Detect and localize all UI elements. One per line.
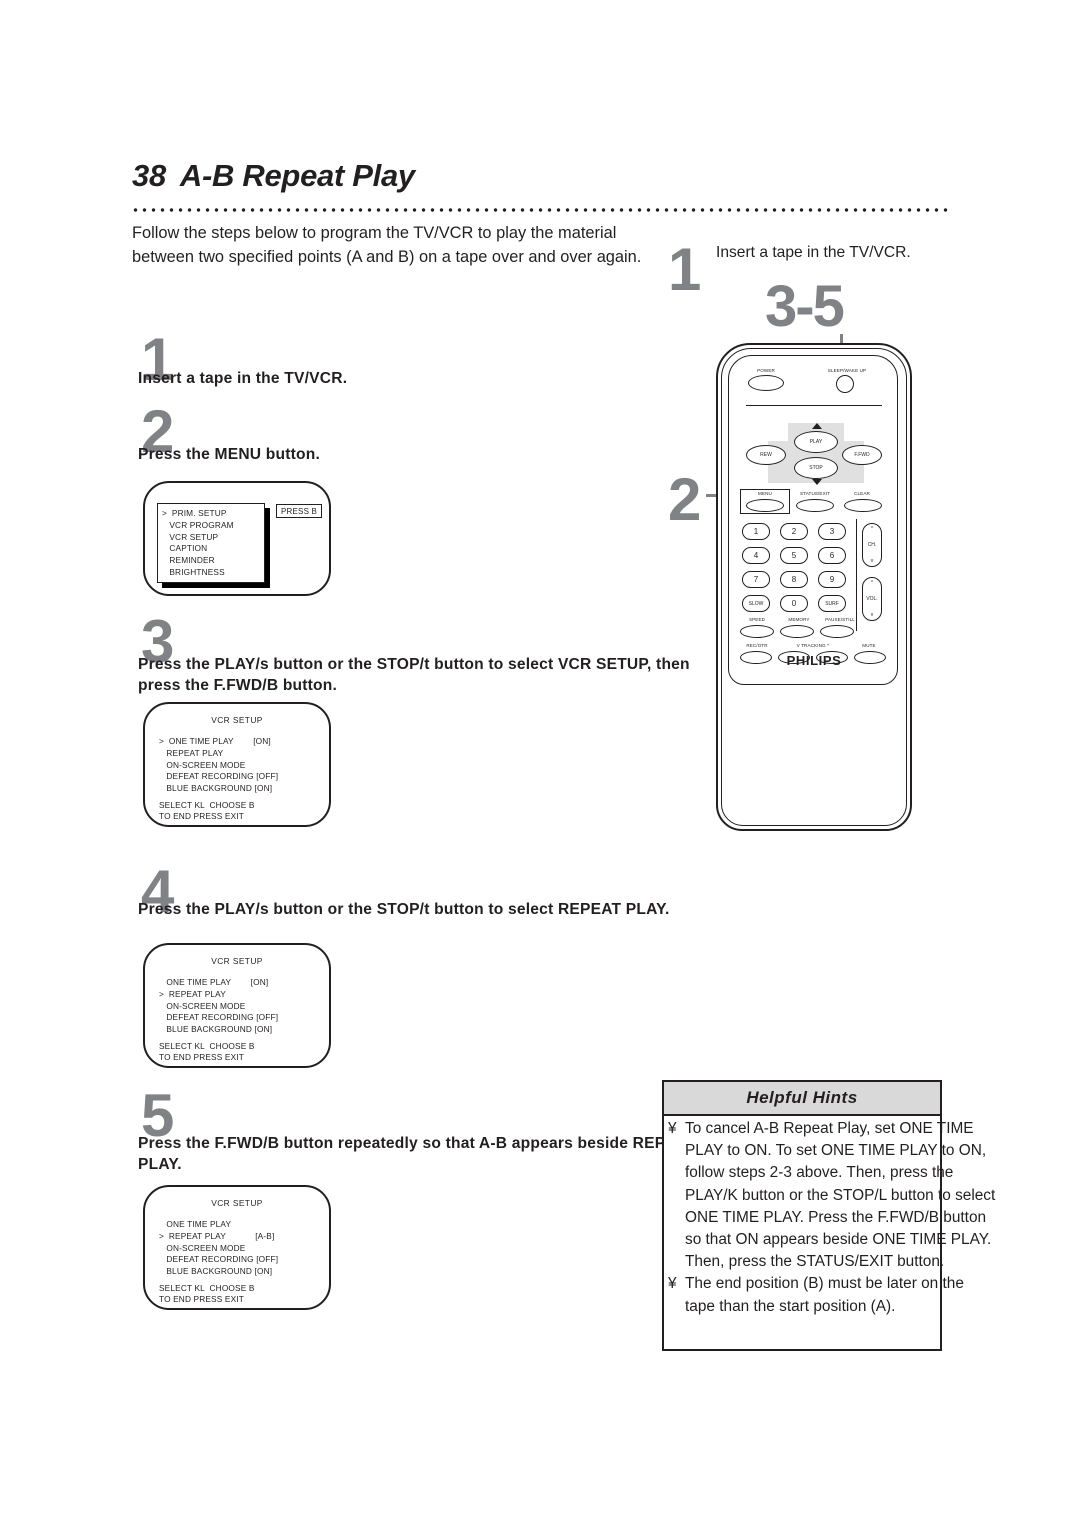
page-title: 38 A-B Repeat Play: [132, 158, 415, 194]
step-3-text: Press the PLAY/s button or the STOP/t bu…: [138, 656, 690, 694]
hint-item: ¥ To cancel A-B Repeat Play, set ONE TIM…: [668, 1118, 998, 1273]
volume-down-icon: v: [870, 612, 874, 618]
memory-label: MEMORY: [788, 617, 810, 622]
dotted-divider: [131, 207, 951, 213]
speed-label: SPEED: [748, 617, 766, 622]
key-6[interactable]: 6: [818, 547, 846, 564]
channel-rocker[interactable]: ^ CH. v: [862, 523, 882, 567]
key-8[interactable]: 8: [780, 571, 808, 588]
down-triangle-icon: [812, 479, 822, 485]
osd-vcr-setup-screen-3: VCR SETUP ONE TIME PLAY > REPEAT PLAY [A…: [143, 1185, 331, 1310]
page-title-text: A-B Repeat Play: [179, 158, 415, 193]
callout-step-1-number: 1: [668, 236, 702, 303]
rocker-divider: [856, 519, 858, 631]
channel-down-icon: v: [870, 558, 874, 564]
tracking-label: V TRACKING ^: [796, 643, 830, 648]
channel-up-icon: ^: [870, 526, 874, 532]
tracking-down-icon: V: [796, 643, 800, 648]
ffwd-label: F.FWD: [854, 452, 870, 458]
menu-button[interactable]: [746, 499, 784, 512]
rec-otr-label: REC/OTR: [746, 643, 768, 648]
key-9[interactable]: 9: [818, 571, 846, 588]
callout-step-2-number: 2: [668, 466, 702, 533]
rew-label: REW: [760, 452, 772, 458]
hint-bullet-icon: ¥: [668, 1120, 677, 1137]
ffwd-button[interactable]: F.FWD: [842, 445, 882, 465]
hint-item: ¥ The end position (B) must be later on …: [668, 1273, 998, 1317]
menu-label: MENU: [758, 491, 772, 496]
osd-list: ONE TIME PLAY > REPEAT PLAY [A-B] ON-SCR…: [159, 1219, 279, 1277]
manual-page: 38 A-B Repeat Play Follow the steps below…: [0, 0, 1080, 1528]
remote-control-illustration: POWER SLEEP/WAKE UP PLAY STOP REW F.FWD …: [716, 343, 912, 831]
intro-paragraph: Follow the steps below to program the TV…: [132, 224, 642, 266]
callout-step-1-text: Insert a tape in the TV/VCR.: [716, 244, 911, 261]
hint-text: To cancel A-B Repeat Play, set ONE TIME …: [685, 1120, 996, 1271]
volume-up-icon: ^: [870, 580, 874, 586]
key-4[interactable]: 4: [742, 547, 770, 564]
power-label: POWER: [757, 368, 775, 373]
step-4-text: Press the PLAY/s button or the STOP/t bu…: [138, 901, 670, 918]
power-button[interactable]: [748, 375, 784, 391]
channel-label: CH.: [867, 542, 877, 548]
osd-heading: VCR SETUP: [211, 715, 263, 725]
key-3[interactable]: 3: [818, 523, 846, 540]
clear-button[interactable]: [844, 499, 882, 512]
pause-still-button[interactable]: [820, 625, 854, 638]
osd-vcr-setup-screen-1: VCR SETUP > ONE TIME PLAY [ON] REPEAT PL…: [143, 702, 331, 827]
remote-divider: [746, 405, 882, 407]
rew-button[interactable]: REW: [746, 445, 786, 465]
key-5[interactable]: 5: [780, 547, 808, 564]
play-button[interactable]: PLAY: [794, 431, 838, 453]
osd-heading: VCR SETUP: [211, 1198, 263, 1208]
osd-list: ONE TIME PLAY [ON] > REPEAT PLAY ON-SCRE…: [159, 977, 279, 1035]
step-1-text: Insert a tape in the TV/VCR.: [138, 370, 348, 387]
osd-menu-panel: > PRIM. SETUP VCR PROGRAM VCR SETUP CAPT…: [157, 503, 265, 583]
key-2[interactable]: 2: [780, 523, 808, 540]
philips-logo: PHILIPS: [786, 653, 842, 668]
hint-text: The end position (B) must be later on th…: [685, 1275, 964, 1315]
helpful-hints-content: ¥ To cancel A-B Repeat Play, set ONE TIM…: [668, 1118, 998, 1318]
page-number: 38: [132, 158, 166, 193]
key-0[interactable]: 0: [780, 595, 808, 612]
pause-still-label: PAUSE/STILL: [825, 617, 855, 622]
slow-button[interactable]: SLOW: [742, 595, 770, 612]
step-2-text: Press the MENU button.: [138, 446, 321, 463]
sleep-wake-up-label: SLEEP/WAKE UP: [827, 368, 867, 373]
tracking-up-icon: ^: [827, 643, 830, 648]
sleep-wake-up-button[interactable]: [836, 375, 854, 393]
stop-button[interactable]: STOP: [794, 457, 838, 479]
key-1[interactable]: 1: [742, 523, 770, 540]
status-exit-label: STATUS/EXIT: [799, 491, 831, 496]
status-exit-button[interactable]: [796, 499, 834, 512]
osd-main-menu-screen: > PRIM. SETUP VCR PROGRAM VCR SETUP CAPT…: [143, 481, 331, 596]
osd-footer: SELECT KL CHOOSE B TO END PRESS EXIT: [159, 1283, 255, 1305]
memory-button[interactable]: [780, 625, 814, 638]
key-7[interactable]: 7: [742, 571, 770, 588]
volume-label: VOL.: [866, 596, 878, 602]
helpful-hints-title: Helpful Hints: [664, 1082, 940, 1116]
osd-vcr-setup-screen-2: VCR SETUP ONE TIME PLAY [ON] > REPEAT PL…: [143, 943, 331, 1068]
play-label: PLAY: [809, 439, 823, 445]
volume-rocker[interactable]: ^ VOL. v: [862, 577, 882, 621]
press-b-badge: PRESS B: [276, 504, 323, 518]
surf-button[interactable]: SURF: [818, 595, 846, 612]
hint-bullet-icon: ¥: [668, 1275, 677, 1293]
osd-menu-items: > PRIM. SETUP VCR PROGRAM VCR SETUP CAPT…: [162, 508, 234, 577]
callout-steps-3-5: 3-5: [765, 274, 845, 339]
osd-heading: VCR SETUP: [211, 956, 263, 966]
mute-label: MUTE: [862, 643, 876, 648]
clear-label: CLEAR: [854, 491, 870, 496]
stop-label: STOP: [809, 465, 823, 471]
speed-button[interactable]: [740, 625, 774, 638]
osd-footer: SELECT KL CHOOSE B TO END PRESS EXIT: [159, 1041, 255, 1063]
osd-footer: SELECT KL CHOOSE B TO END PRESS EXIT: [159, 800, 255, 822]
step-5-text: Press the F.FWD/B button repeatedly so t…: [138, 1135, 696, 1173]
osd-list: > ONE TIME PLAY [ON] REPEAT PLAY ON-SCRE…: [159, 736, 279, 794]
up-triangle-icon: [812, 423, 822, 429]
